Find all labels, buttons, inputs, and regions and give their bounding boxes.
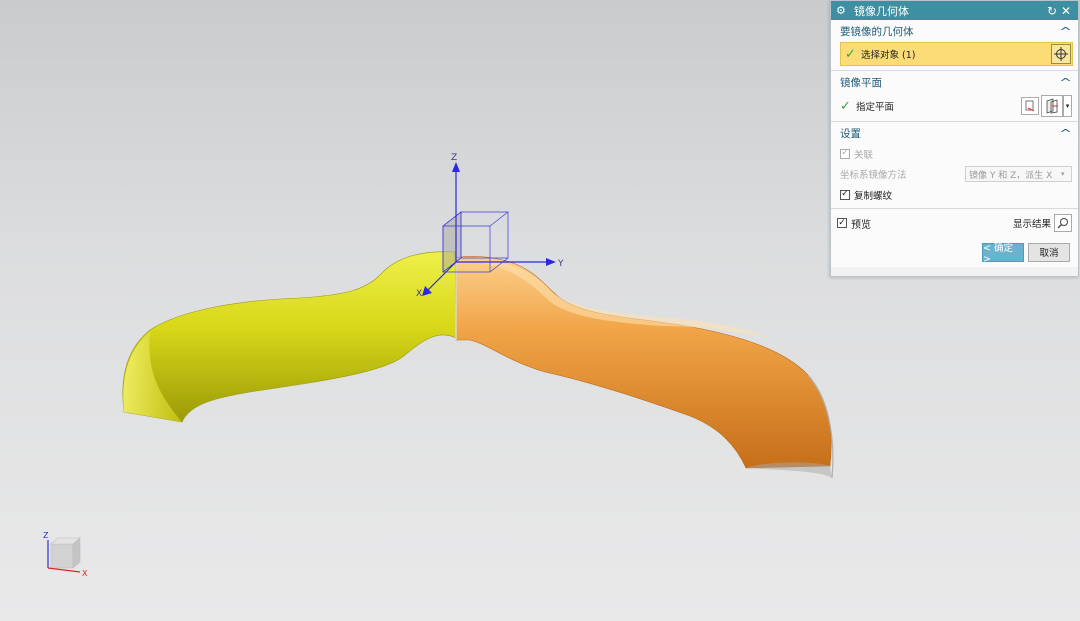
select-object-row[interactable]: ✓ 选择对象 (1) xyxy=(840,42,1073,66)
check-icon: ✓ xyxy=(840,98,851,114)
dialog-title-bar[interactable]: ⚙ 镜像几何体 ↻ ✕ xyxy=(831,1,1078,20)
csys-method-value: 镜像 Y 和 Z，派生 X xyxy=(969,170,1053,181)
x-axis-label: X xyxy=(416,289,422,299)
reverse-direction-icon xyxy=(1025,100,1035,112)
dialog-buttons: < 确定 > 取消 xyxy=(831,237,1078,267)
geometry-section-title: 要镜像的几何体 xyxy=(840,25,914,38)
reverse-plane-button[interactable] xyxy=(1021,97,1039,115)
ok-button[interactable]: < 确定 > xyxy=(982,242,1024,265)
dialog-title: 镜像几何体 xyxy=(854,4,909,18)
select-object-label: 选择对象 (1) xyxy=(861,50,916,61)
associative-row: ✓ 关联 xyxy=(831,144,1078,163)
specify-plane-row[interactable]: ✓ 指定平面 ▾ xyxy=(831,93,1078,119)
plane-section-title: 镜像平面 xyxy=(840,76,882,89)
settings-section: 设置 ^ ✓ 关联 坐标系镜像方法 镜像 Y 和 Z，派生 X ▾ ✓ 复制螺纹 xyxy=(831,122,1078,209)
associative-checkbox[interactable]: ✓ xyxy=(840,148,850,159)
preview-label: 预览 xyxy=(851,219,871,231)
csys-method-select[interactable]: 镜像 Y 和 Z，派生 X ▾ xyxy=(965,166,1072,182)
gear-icon[interactable]: ⚙ xyxy=(836,4,850,17)
y-axis-label: Y xyxy=(557,259,564,269)
mirror-geometry-dialog: ⚙ 镜像几何体 ↻ ✕ 要镜像的几何体 ^ ✓ 选择对象 (1) 镜像平面 ^ xyxy=(830,0,1079,277)
copy-threads-label: 复制螺纹 xyxy=(854,190,893,202)
mirror-source-body[interactable] xyxy=(122,251,457,423)
select-object-button[interactable] xyxy=(1051,44,1071,64)
plane-icon xyxy=(1046,98,1058,114)
specify-plane-label: 指定平面 xyxy=(856,102,895,113)
associative-label: 关联 xyxy=(854,149,874,161)
copy-threads-checkbox[interactable]: ✓ xyxy=(840,189,850,200)
settings-section-title: 设置 xyxy=(840,127,861,140)
geometry-section: 要镜像的几何体 ^ ✓ 选择对象 (1) xyxy=(831,20,1078,71)
plane-options-dropdown[interactable]: ▾ xyxy=(1063,95,1072,117)
collapse-icon[interactable]: ^ xyxy=(1059,25,1072,38)
show-result-button[interactable] xyxy=(1054,214,1072,232)
geometry-section-header[interactable]: 要镜像的几何体 ^ xyxy=(831,20,1078,42)
csys-method-label: 坐标系镜像方法 xyxy=(840,170,907,181)
z-axis-label: Z xyxy=(451,153,457,163)
close-icon[interactable]: ✕ xyxy=(1059,4,1073,18)
magnifier-icon xyxy=(1057,218,1068,229)
collapse-icon[interactable]: ^ xyxy=(1059,127,1072,140)
plane-section-header[interactable]: 镜像平面 ^ xyxy=(831,71,1078,93)
show-result-label: 显示结果 xyxy=(1012,219,1051,230)
triad-x-label: X xyxy=(82,569,88,578)
cancel-button[interactable]: 取消 xyxy=(1028,242,1070,262)
plane-section: 镜像平面 ^ ✓ 指定平面 ▾ xyxy=(831,71,1078,122)
mirror-result-body[interactable] xyxy=(455,256,832,469)
triad-z-label: Z xyxy=(43,531,49,540)
reset-icon[interactable]: ↻ xyxy=(1045,4,1059,18)
collapse-icon[interactable]: ^ xyxy=(1059,76,1072,89)
preview-checkbox[interactable]: ✓ xyxy=(837,218,847,228)
crosshair-icon xyxy=(1054,47,1068,61)
check-icon: ✓ xyxy=(845,46,856,62)
csys-method-row: 坐标系镜像方法 镜像 Y 和 Z，派生 X ▾ xyxy=(831,163,1078,185)
preview-row: ✓ 预览 显示结果 xyxy=(831,209,1078,237)
view-triad: Z X xyxy=(43,531,88,578)
settings-section-header[interactable]: 设置 ^ xyxy=(831,122,1078,144)
chevron-down-icon: ▾ xyxy=(1061,170,1065,178)
plane-dialog-button[interactable] xyxy=(1041,95,1063,117)
copy-threads-row: ✓ 复制螺纹 xyxy=(831,185,1078,204)
